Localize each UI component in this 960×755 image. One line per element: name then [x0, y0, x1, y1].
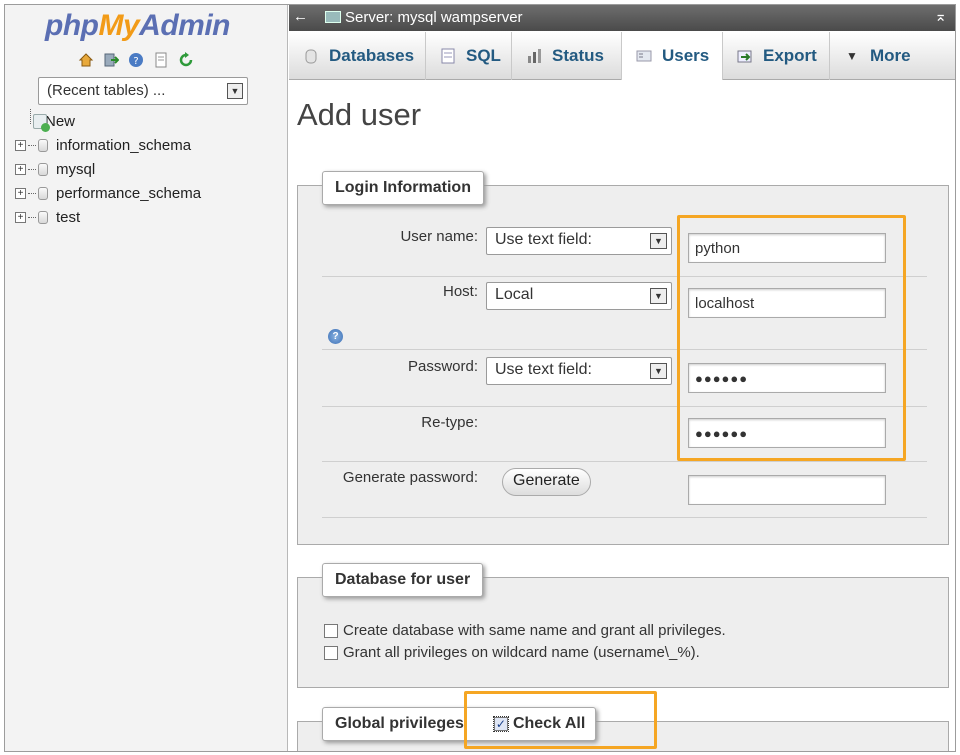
server-breadcrumb-bar: ← Server: mysql wampserver ⌅: [289, 5, 955, 31]
tree-item-label: performance_schema: [56, 184, 202, 202]
back-arrow-icon[interactable]: ←: [293, 8, 308, 25]
row-divider: [322, 461, 927, 462]
exit-icon[interactable]: [102, 51, 120, 69]
tree-item-test[interactable]: + test: [15, 205, 201, 229]
credentials-highlight: [677, 215, 906, 461]
navigation-panel: phpMyAdmin ? (Recent tables) ... ▼ New +…: [5, 5, 288, 751]
tree-connector: [28, 168, 36, 170]
logo-php: php: [45, 9, 99, 42]
tab-label: More: [870, 46, 911, 65]
database-tree: New + information_schema + mysql + perfo…: [15, 109, 201, 229]
tree-connector: [28, 216, 36, 218]
database-icon: [303, 47, 319, 65]
tab-label: Status: [552, 46, 604, 65]
users-icon: [636, 47, 652, 65]
tree-connector: [28, 144, 36, 146]
app-frame: phpMyAdmin ? (Recent tables) ... ▼ New +…: [4, 4, 956, 752]
retype-label: Re-type:: [421, 414, 478, 431]
help-icon[interactable]: ?: [127, 51, 145, 69]
new-database-icon: [33, 114, 50, 132]
create-database-checkbox[interactable]: [324, 623, 338, 638]
login-information-legend: Login Information: [322, 171, 484, 205]
main-content: ← Server: mysql wampserver ⌅ Databases S…: [289, 5, 955, 751]
tab-status[interactable]: Status: [512, 32, 622, 80]
server-icon: [325, 11, 341, 23]
phpmyadmin-logo[interactable]: phpMyAdmin: [45, 9, 230, 43]
reload-icon[interactable]: [177, 51, 195, 69]
help-icon[interactable]: ?: [328, 329, 343, 344]
database-icon: [38, 210, 48, 224]
generated-password-input[interactable]: [688, 475, 886, 505]
chevron-down-icon: ▼: [846, 49, 858, 63]
password-label: Password:: [407, 358, 478, 375]
tree-item-mysql[interactable]: + mysql: [15, 157, 201, 181]
page-title: Add user: [297, 97, 422, 132]
database-for-user-fieldset: Database for user Create database with s…: [297, 563, 949, 688]
top-menu-tabs: Databases SQL Status Users Export ▼ More: [289, 32, 955, 80]
tab-sql[interactable]: SQL: [426, 32, 512, 80]
export-icon: [737, 47, 753, 65]
logo-admin: Admin: [139, 9, 230, 42]
tree-item-label: information_schema: [56, 136, 192, 154]
nav-icon-bar: ?: [77, 51, 195, 69]
tab-more[interactable]: ▼ More: [830, 32, 920, 80]
expand-icon[interactable]: +: [15, 163, 26, 175]
recent-tables-value: (Recent tables) ...: [47, 82, 166, 99]
sql-icon: [440, 47, 456, 65]
server-breadcrumb[interactable]: Server: mysql wampserver: [345, 9, 523, 26]
chevron-down-icon: ▼: [227, 83, 243, 99]
password-mode-select[interactable]: Use text field: ▼: [486, 357, 672, 385]
tree-item-performance-schema[interactable]: + performance_schema: [15, 181, 201, 205]
collapse-icon[interactable]: ⌅: [934, 7, 947, 25]
tree-connector: [28, 192, 36, 194]
password-mode-value: Use text field:: [495, 361, 592, 378]
grant-wildcard-option[interactable]: Grant all privileges on wildcard name (u…: [324, 644, 700, 661]
chevron-down-icon: ▼: [650, 288, 667, 304]
expand-icon[interactable]: +: [15, 139, 26, 151]
tab-databases[interactable]: Databases: [289, 32, 426, 80]
database-icon: [38, 162, 48, 176]
svg-text:?: ?: [133, 56, 138, 67]
username-label: User name:: [400, 228, 478, 245]
expand-icon[interactable]: +: [15, 187, 26, 199]
generate-password-label: Generate password:: [342, 469, 478, 486]
tree-connector: [30, 109, 31, 124]
tree-item-information-schema[interactable]: + information_schema: [15, 133, 201, 157]
tab-label: Databases: [329, 46, 415, 65]
tab-label: Export: [763, 46, 817, 65]
expand-icon[interactable]: +: [15, 211, 26, 223]
username-mode-select[interactable]: Use text field: ▼: [486, 227, 672, 255]
tree-item-label: test: [56, 208, 81, 226]
username-mode-value: Use text field:: [495, 231, 592, 248]
grant-wildcard-checkbox[interactable]: [324, 645, 338, 660]
logo-my: My: [98, 9, 140, 42]
tree-item-new[interactable]: New: [15, 109, 201, 133]
generate-button[interactable]: Generate: [502, 468, 591, 496]
grant-wildcard-label: Grant all privileges on wildcard name (u…: [343, 644, 700, 661]
check-all-highlight: [464, 691, 657, 749]
host-label: Host:: [442, 283, 478, 300]
row-divider: [322, 517, 927, 518]
docs-icon[interactable]: [152, 51, 170, 69]
database-icon: [38, 186, 48, 200]
database-icon: [38, 138, 48, 152]
create-database-label: Create database with same name and grant…: [343, 622, 726, 639]
host-mode-select[interactable]: Local ▼: [486, 282, 672, 310]
status-icon: [526, 47, 542, 65]
host-mode-value: Local: [495, 286, 534, 303]
tab-users[interactable]: Users: [622, 32, 723, 80]
chevron-down-icon: ▼: [650, 363, 667, 379]
tab-label: Users: [662, 46, 710, 65]
chevron-down-icon: ▼: [650, 233, 667, 249]
tree-item-label: mysql: [56, 160, 96, 178]
global-privileges-label: Global privileges: [335, 715, 464, 732]
create-database-option[interactable]: Create database with same name and grant…: [324, 622, 726, 639]
tab-label: SQL: [466, 46, 501, 65]
recent-tables-select[interactable]: (Recent tables) ... ▼: [38, 77, 248, 105]
home-icon[interactable]: [77, 51, 95, 69]
tab-export[interactable]: Export: [723, 32, 830, 80]
database-for-user-legend: Database for user: [322, 563, 484, 597]
